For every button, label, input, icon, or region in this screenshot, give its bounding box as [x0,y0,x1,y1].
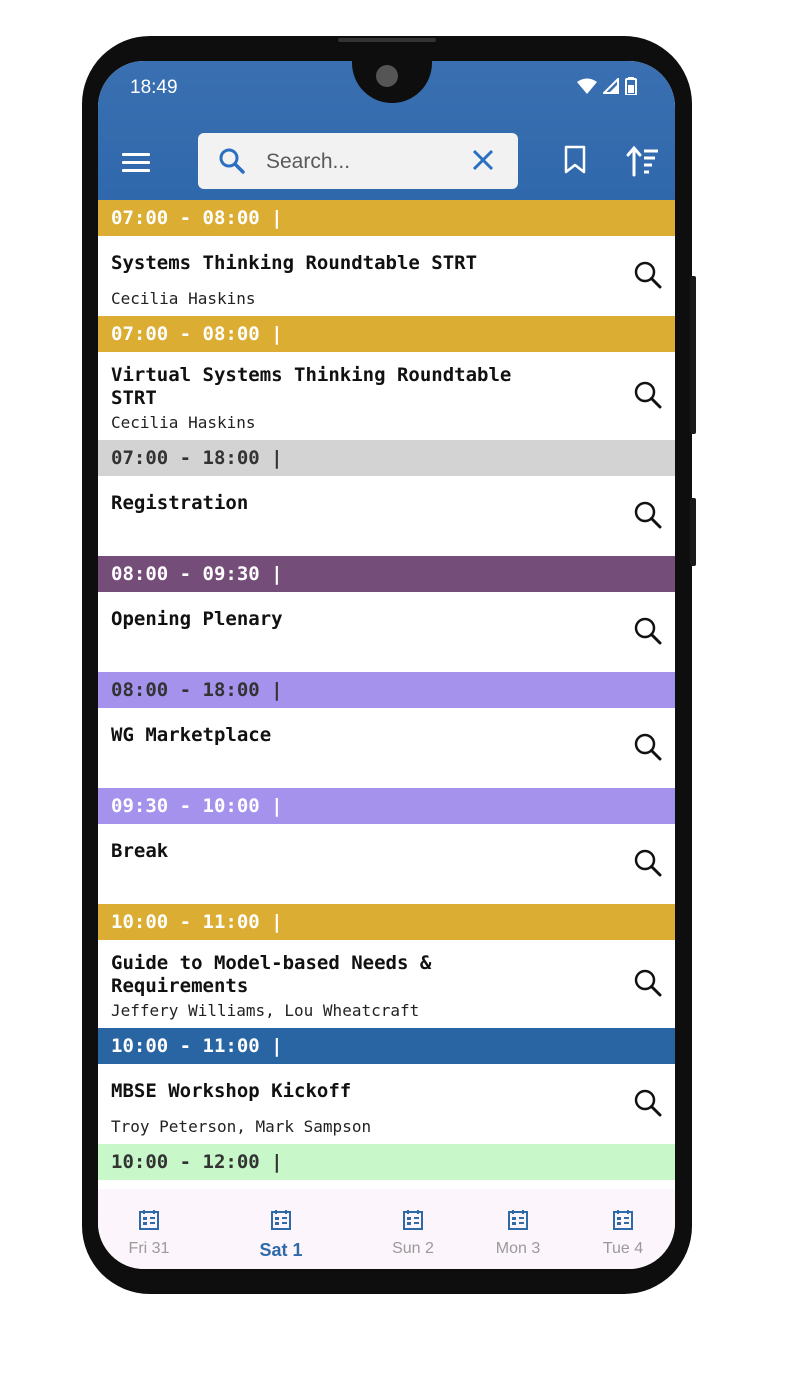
power-button [690,498,696,566]
session-item[interactable]: Opening Plenary [98,592,675,672]
session-title: Guide to Model-based Needs & Requirement… [111,952,432,997]
tab-fri-31[interactable]: Fri 31 [109,1209,189,1258]
session-item[interactable]: Systems Thinking Roundtable STRT Cecilia… [98,236,675,316]
tab-label: Tue 4 [602,1240,644,1257]
calendar-icon [271,1210,291,1230]
session-speakers: Troy Peterson, Mark Sampson [111,1117,372,1136]
tab-label: Sat 1 [259,1240,303,1260]
session-item[interactable]: Virtual Systems Thinking Roundtable STRT… [98,352,675,440]
tab-label: Sun 2 [392,1240,434,1257]
day-tab-bar: Fri 31 Sat 1 Sun 2 Mon 3 Tue 4 [98,1189,675,1269]
session-item[interactable]: Break [98,824,675,904]
phone-frame: 18:49 07:00 - 08:00 | Systems Thinking [82,36,696,1294]
session-title: Opening Plenary [111,608,283,630]
magnifier-icon[interactable] [634,1089,662,1117]
session-title: Break [111,840,169,862]
session-item[interactable]: WG Marketplace [98,708,675,788]
time-header: 08:00 - 18:00 | [98,672,675,708]
sort-icon[interactable] [626,145,660,177]
wifi-icon [577,78,597,94]
front-camera [376,65,398,87]
session-title: MBSE Workshop Kickoff [111,1080,352,1102]
session-speakers: Cecilia Haskins [111,413,256,432]
calendar-icon [508,1210,528,1230]
session-title: WG Marketplace [111,724,272,746]
status-icons [577,77,637,95]
tab-label: Fri 31 [128,1240,170,1257]
calendar-icon [139,1210,159,1230]
magnifier-icon[interactable] [634,849,662,877]
session-list: 07:00 - 08:00 | Systems Thinking Roundta… [98,200,675,1180]
time-header: 07:00 - 18:00 | [98,440,675,476]
menu-button[interactable] [122,153,150,173]
time-header: 10:00 - 11:00 | [98,904,675,940]
session-title: Virtual Systems Thinking Roundtable STRT [111,364,512,409]
status-time: 18:49 [130,77,178,98]
magnifier-icon[interactable] [634,261,662,289]
session-speakers: Cecilia Haskins [111,289,256,308]
session-title: Registration [111,492,249,514]
close-icon[interactable] [470,147,496,173]
tab-sat-1[interactable]: Sat 1 [241,1209,321,1261]
time-header: 07:00 - 08:00 | [98,316,675,352]
signal-icon [603,78,619,94]
search-icon [219,148,245,174]
tab-label: Mon 3 [495,1240,541,1257]
session-item[interactable]: Guide to Model-based Needs & Requirement… [98,940,675,1028]
volume-button [690,276,696,434]
search-bar[interactable] [198,133,518,189]
magnifier-icon[interactable] [634,501,662,529]
app-bar: 18:49 [98,61,675,200]
screen: 18:49 07:00 - 08:00 | Systems Thinking [98,61,675,1269]
calendar-icon [613,1210,633,1230]
session-item[interactable]: MBSE Workshop Kickoff Troy Peterson, Mar… [98,1064,675,1144]
time-header: 10:00 - 12:00 | [98,1144,675,1180]
time-header: 07:00 - 08:00 | [98,200,675,236]
tab-mon-3[interactable]: Mon 3 [478,1209,558,1258]
bookmark-icon[interactable] [562,145,588,175]
search-input[interactable] [264,145,458,179]
magnifier-icon[interactable] [634,733,662,761]
magnifier-icon[interactable] [634,969,662,997]
time-header: 08:00 - 09:30 | [98,556,675,592]
magnifier-icon[interactable] [634,381,662,409]
session-speakers: Jeffery Williams, Lou Wheatcraft [111,1001,420,1020]
tab-sun-2[interactable]: Sun 2 [373,1209,453,1258]
time-header: 10:00 - 11:00 | [98,1028,675,1064]
tab-tue-4[interactable]: Tue 4 [583,1209,663,1258]
session-item[interactable]: Registration [98,476,675,556]
time-header: 09:30 - 10:00 | [98,788,675,824]
earpiece-speaker [338,38,436,42]
calendar-icon [403,1210,423,1230]
battery-icon [625,77,637,95]
session-title: Systems Thinking Roundtable STRT [111,252,478,274]
magnifier-icon[interactable] [634,617,662,645]
